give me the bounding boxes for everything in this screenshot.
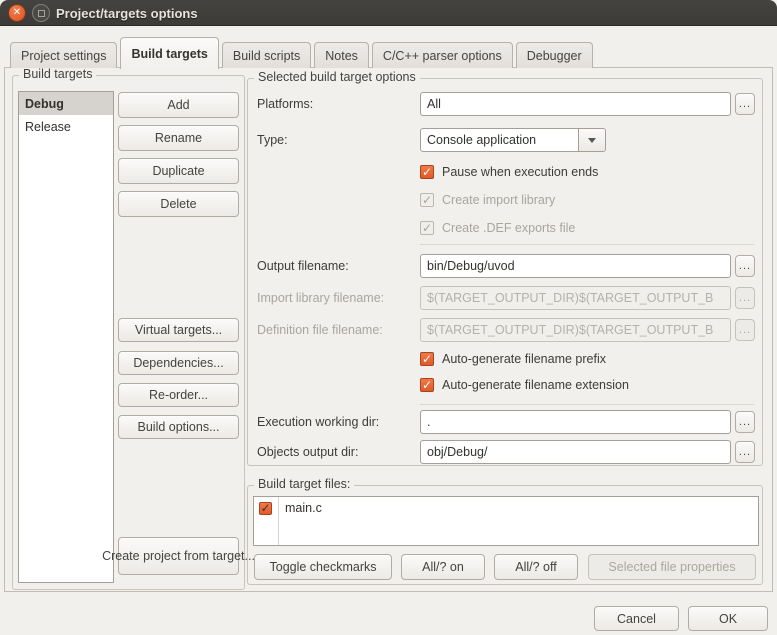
tab-notes[interactable]: Notes — [314, 42, 369, 68]
import-library-filename-browse-button: ... — [735, 287, 755, 309]
auto-generate-filename-extension-label: Auto-generate filename extension — [442, 378, 629, 392]
tab-build-scripts[interactable]: Build scripts — [221, 42, 312, 68]
create-import-library-checkbox: Create import library — [420, 192, 555, 208]
type-selected-value: Console application — [420, 128, 579, 152]
objects-output-dir-row: Objects output dir: ... — [257, 440, 755, 464]
definition-file-filename-input — [420, 318, 731, 342]
chevron-down-icon — [588, 137, 596, 143]
list-item-debug[interactable]: Debug — [19, 92, 113, 115]
pause-when-execution-ends-label: Pause when execution ends — [442, 165, 599, 179]
checkbox-checked-icon — [420, 165, 434, 179]
import-library-filename-input — [420, 286, 731, 310]
tab-cpp-parser-options[interactable]: C/C++ parser options — [371, 42, 513, 68]
platforms-row: Platforms: ... — [257, 92, 755, 116]
dependencies-button[interactable]: Dependencies... — [118, 351, 239, 375]
reorder-button[interactable]: Re-order... — [118, 383, 239, 407]
selected-options-group-label: Selected build target options — [254, 70, 420, 84]
dialog-footer: Cancel OK — [594, 606, 768, 631]
window-title: Project/targets options — [56, 5, 198, 21]
checkbox-column-divider — [278, 497, 279, 545]
type-label: Type: — [257, 133, 288, 147]
project-targets-options-dialog: Project/targets options Project settings… — [0, 0, 777, 635]
checkbox-checked-disabled-icon — [420, 193, 434, 207]
type-row: Type: Console application — [257, 128, 755, 152]
cancel-button[interactable]: Cancel — [594, 606, 679, 631]
selected-file-properties-button: Selected file properties — [588, 554, 756, 580]
definition-file-filename-browse-button: ... — [735, 319, 755, 341]
import-library-filename-label: Import library filename: — [257, 291, 385, 305]
execution-working-dir-input[interactable] — [420, 410, 731, 434]
close-icon[interactable] — [8, 4, 26, 22]
build-target-files-group: Build target files: main.c Toggle checkm… — [247, 477, 763, 585]
duplicate-button[interactable]: Duplicate — [118, 158, 239, 184]
definition-file-filename-row: Definition file filename: ... — [257, 318, 755, 342]
type-select[interactable]: Console application — [420, 128, 606, 152]
execution-working-dir-row: Execution working dir: ... — [257, 410, 755, 434]
titlebar: Project/targets options — [0, 0, 777, 26]
file-name: main.c — [285, 501, 322, 515]
selected-options-group: Selected build target options Platforms:… — [247, 70, 763, 466]
rename-button[interactable]: Rename — [118, 125, 239, 151]
build-options-button[interactable]: Build options... — [118, 415, 239, 439]
definition-file-filename-label: Definition file filename: — [257, 323, 383, 337]
list-item[interactable]: main.c — [254, 497, 758, 519]
checkbox-checked-disabled-icon — [420, 221, 434, 235]
separator — [420, 244, 754, 245]
execution-working-dir-label: Execution working dir: — [257, 415, 380, 429]
tab-bar: Project settings Build targets Build scr… — [10, 36, 593, 69]
maximize-square-glyph — [37, 9, 45, 17]
list-item-release[interactable]: Release — [19, 115, 113, 138]
checkbox-checked-icon — [420, 378, 434, 392]
create-import-library-label: Create import library — [442, 193, 556, 207]
execution-working-dir-browse-button[interactable]: ... — [735, 411, 755, 433]
type-dropdown-button[interactable] — [579, 128, 606, 152]
files-buttons-row: Toggle checkmarks All/? on All/? off Sel… — [254, 554, 756, 580]
output-filename-row: Output filename: ... — [257, 254, 755, 278]
tab-project-settings[interactable]: Project settings — [10, 42, 118, 68]
create-project-from-target-button[interactable]: Create project from target... — [102, 537, 255, 575]
add-button[interactable]: Add — [118, 92, 239, 118]
tab-debugger[interactable]: Debugger — [515, 42, 593, 68]
build-targets-list[interactable]: Debug Release — [18, 91, 114, 583]
all-on-button[interactable]: All/? on — [401, 554, 485, 580]
create-def-exports-file-checkbox: Create .DEF exports file — [420, 220, 575, 236]
checkbox-checked-icon — [420, 352, 434, 366]
objects-output-dir-browse-button[interactable]: ... — [735, 441, 755, 463]
virtual-targets-button[interactable]: Virtual targets... — [118, 318, 239, 342]
output-filename-browse-button[interactable]: ... — [735, 255, 755, 277]
objects-output-dir-input[interactable] — [420, 440, 731, 464]
maximize-icon[interactable] — [32, 4, 50, 22]
auto-generate-filename-prefix-checkbox[interactable]: Auto-generate filename prefix — [420, 351, 606, 367]
create-def-exports-file-label: Create .DEF exports file — [442, 221, 576, 235]
all-off-button[interactable]: All/? off — [494, 554, 578, 580]
platforms-input[interactable] — [420, 92, 731, 116]
ok-button[interactable]: OK — [688, 606, 768, 631]
toggle-checkmarks-button[interactable]: Toggle checkmarks — [254, 554, 392, 580]
tab-build-targets[interactable]: Build targets — [120, 37, 219, 69]
output-filename-input[interactable] — [420, 254, 731, 278]
import-library-filename-row: Import library filename: ... — [257, 286, 755, 310]
platforms-browse-button[interactable]: ... — [735, 93, 755, 115]
build-targets-group: Build targets Debug Release Add Rename D… — [12, 67, 255, 590]
auto-generate-filename-extension-checkbox[interactable]: Auto-generate filename extension — [420, 377, 629, 393]
files-list[interactable]: main.c — [253, 496, 759, 546]
delete-button[interactable]: Delete — [118, 191, 239, 217]
output-filename-label: Output filename: — [257, 259, 349, 273]
objects-output-dir-label: Objects output dir: — [257, 445, 359, 459]
build-target-files-group-label: Build target files: — [254, 477, 355, 491]
platforms-label: Platforms: — [257, 97, 314, 111]
pause-when-execution-ends-checkbox[interactable]: Pause when execution ends — [420, 164, 598, 180]
build-targets-group-label: Build targets — [19, 67, 97, 81]
auto-generate-filename-prefix-label: Auto-generate filename prefix — [442, 352, 606, 366]
file-checkbox-checked-icon[interactable] — [259, 501, 272, 515]
separator — [420, 404, 754, 405]
